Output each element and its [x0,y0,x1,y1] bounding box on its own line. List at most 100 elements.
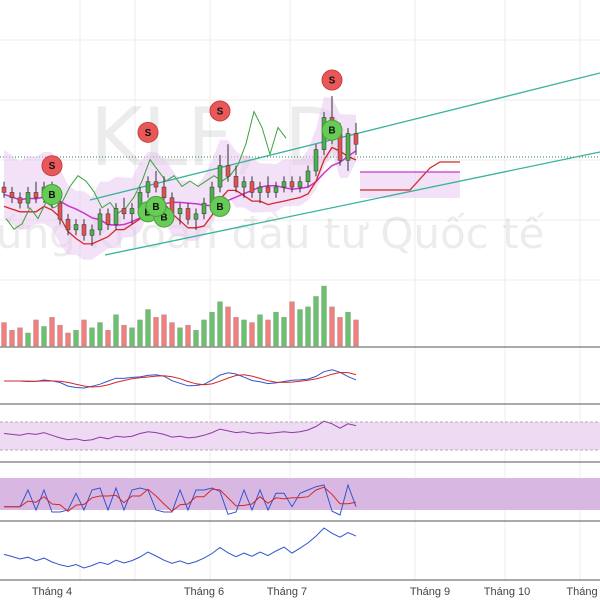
volume-bar [353,319,359,347]
candle-body [153,181,159,188]
volume-bar [249,322,255,347]
volume-bar [201,319,207,347]
candle-body [201,202,207,215]
volume-bar [97,322,103,347]
x-tick-label: Tháng 10 [484,586,530,598]
candle-body [25,192,31,204]
signal-label: B [328,126,335,137]
candle-body [57,202,63,220]
volume-bar [193,330,199,347]
volume-bar [225,306,231,347]
volume-bar [81,319,87,347]
volume-bar [297,309,303,347]
volume-bar [161,314,167,347]
volume-bars [1,285,359,347]
volume-bar [153,317,159,347]
x-tick-label: Tháng 9 [410,586,450,598]
candle-body [9,192,15,199]
buy-signal: B [209,195,231,217]
rsi-band [0,422,600,450]
candle-body [121,208,127,215]
candle-body [161,186,167,199]
volume-bar [313,296,319,347]
volume-bar [41,326,47,347]
volume-bar [185,324,191,347]
volume-bar [33,319,39,347]
volume-bar [17,327,23,347]
candle-body [33,192,39,199]
volume-bar [145,309,151,347]
buy-signal: B [41,183,63,205]
candle-body [105,213,111,225]
volume-bar [89,327,95,347]
buy-signal: B [145,195,167,217]
volume-bar [73,330,79,347]
volume-bar [217,301,223,347]
sell-signal: S [321,69,343,91]
volume-bar [1,322,7,347]
volume-bar [321,285,327,347]
signal-label: B [216,202,223,213]
candle-body [1,186,7,193]
volume-bar [65,332,71,347]
sell-signal: S [41,155,63,177]
volume-bar [129,327,135,347]
candle-body [345,133,351,161]
volume-bar [329,306,335,347]
candle-body [81,224,87,236]
volume-bar [281,317,287,347]
volume-bar [121,324,127,347]
volume-bar [9,330,15,347]
volume-bar [113,314,119,347]
sell-signal: S [137,121,159,143]
x-axis: Tháng 4 Tháng 6 Tháng 7 Tháng 9 Tháng 10 Thán… [32,586,598,598]
signal-label: S [145,128,152,139]
volume-bar [209,311,215,347]
candle-body [113,208,119,225]
macd-panel [4,369,357,389]
candle-body [289,181,295,188]
volume-bar [305,306,311,347]
x-tick-label: Tháng 7 [267,586,307,598]
chart-root: KLF, D Chứng khoán đầu tư Quốc tế SBBSBB… [0,0,600,600]
cloud-forward [360,172,460,198]
candle-body [353,133,359,145]
signal-label: S [49,161,56,172]
candle-body [233,176,239,188]
signal-label: S [217,106,224,117]
candle-body [249,181,255,193]
candle-body [145,181,151,193]
candle-body [65,218,71,231]
candle-body [313,149,319,172]
volume-bar [25,332,31,347]
buy-signal: B [321,119,343,141]
volume-bar [265,319,271,347]
stochastic-panel [0,478,600,516]
volume-bar [289,301,295,347]
obv-panel [3,527,357,569]
volume-bar [137,319,143,347]
signal-label: S [329,76,336,87]
panel-separators [0,346,600,581]
candle-body [241,181,247,188]
candle-body [185,208,191,220]
candle-body [257,186,263,193]
candle-body [97,213,103,231]
candle-body [177,208,183,215]
volume-bar [257,314,263,347]
x-tick-label: Tháng [566,586,597,598]
volume-bar [105,330,111,347]
volume-bar [273,311,279,347]
candle-body [281,181,287,188]
candle-body [193,213,199,220]
signal-label: B [152,202,159,213]
candle-body [273,186,279,193]
candle-body [89,229,95,236]
volume-bar [177,327,183,347]
candle-body [265,186,271,193]
signal-label: B [48,190,55,201]
stock-chart[interactable]: KLF, D Chứng khoán đầu tư Quốc tế SBBSBB… [0,0,600,600]
candle-body [225,165,231,177]
candle-body [17,197,23,204]
volume-bar [337,317,343,347]
